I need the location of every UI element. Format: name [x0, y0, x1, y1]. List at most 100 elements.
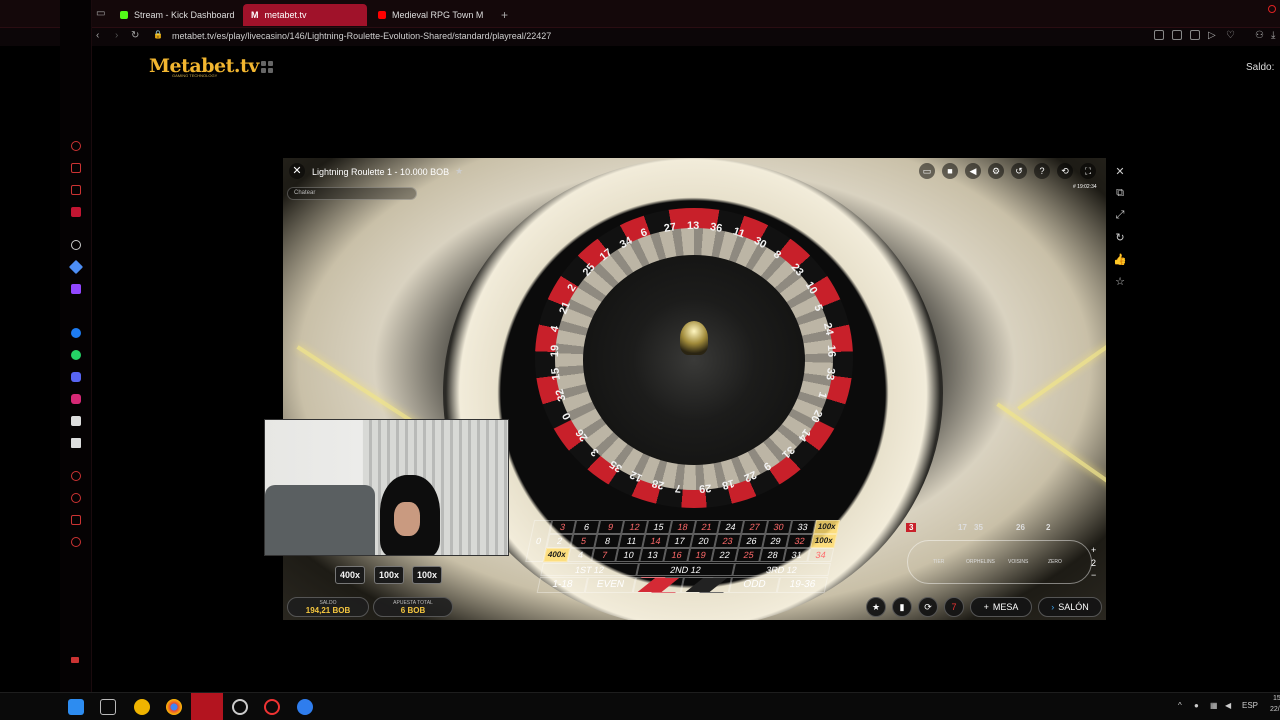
board-cell[interactable]: 17 — [666, 534, 694, 548]
board-cell[interactable]: 5 — [570, 534, 598, 548]
board-cell[interactable]: 11 — [618, 534, 646, 548]
betting-board[interactable]: 0 3 6 9 12 15 18 21 24 27 30 33 100x 2 5 8 11 14 17 20 23 26 2… — [518, 520, 896, 596]
tab-medieval-rpg[interactable]: Medieval RPG Town M — [370, 4, 491, 26]
board-cell[interactable]: 10 — [615, 548, 643, 562]
star-icon[interactable]: ☆ — [1110, 275, 1130, 297]
messenger-icon[interactable] — [71, 328, 81, 338]
instagram-icon[interactable] — [71, 394, 81, 404]
url-field[interactable]: metabet.tv/es/play/livecasino/146/Lightn… — [172, 31, 551, 41]
chat-input[interactable]: Chatear — [287, 187, 417, 200]
popout-icon[interactable]: ⧉ — [1110, 187, 1130, 209]
clock-icon[interactable] — [71, 493, 81, 503]
whatsapp-icon[interactable] — [71, 350, 81, 360]
board-cell[interactable]: 3 — [549, 520, 577, 534]
opera-gx-icon[interactable] — [264, 699, 280, 715]
chat-icon[interactable]: ▭ — [919, 163, 935, 179]
reload-icon[interactable]: ↻ — [131, 30, 139, 41]
language-indicator[interactable]: ESP — [1242, 701, 1258, 710]
gx-icon[interactable] — [71, 657, 79, 663]
board-outside-bet[interactable]: 19-36 — [776, 577, 829, 593]
board-dozen[interactable]: 2ND 12 — [636, 563, 736, 576]
board-cell[interactable]: 31 — [783, 548, 811, 562]
back-icon[interactable]: ‹ — [96, 30, 99, 41]
warning-icon[interactable] — [134, 699, 150, 715]
chrome-icon[interactable] — [166, 699, 182, 715]
expand-icon[interactable]: ⤢ — [1110, 209, 1130, 231]
favorite-bets-button[interactable]: ★ — [866, 597, 886, 617]
apps-grid-icon[interactable] — [261, 61, 273, 73]
board-cell[interactable]: 15 — [645, 520, 673, 534]
board-cell[interactable]: 23 — [714, 534, 742, 548]
racetrack-section[interactable]: VOISINS — [1008, 559, 1028, 565]
screenshot-icon[interactable] — [1172, 30, 1182, 40]
board-cell[interactable]: 4 — [567, 548, 595, 562]
zoom-in-button[interactable]: + — [1091, 545, 1096, 555]
refresh-icon[interactable]: ↻ — [1110, 231, 1130, 253]
network-icon[interactable]: ▦ — [1210, 701, 1218, 710]
board-cell[interactable]: 8 — [594, 534, 622, 548]
board-cell[interactable]: 33 — [789, 520, 817, 534]
tab-metabet[interactable]: M metabet.tv — [243, 4, 367, 26]
close-game-button[interactable]: ✕ — [289, 163, 305, 179]
windows-start-icon[interactable] — [68, 699, 84, 715]
racetrack-section[interactable]: TIER — [933, 559, 944, 565]
gaming-icon[interactable] — [71, 185, 81, 195]
shield-icon[interactable] — [1190, 30, 1200, 40]
extensions-icon[interactable] — [71, 515, 81, 525]
board-cell[interactable]: 100x — [813, 520, 841, 534]
browser-menu-icon[interactable] — [1268, 5, 1276, 13]
board-outside-bet[interactable]: ODD — [728, 577, 781, 593]
tray-chevron-icon[interactable]: ^ — [1178, 701, 1182, 710]
profile-icon[interactable]: ⚇ — [1255, 30, 1264, 41]
board-cell[interactable]: 25 — [735, 548, 763, 562]
board-cell[interactable]: 7 — [591, 548, 619, 562]
bookmark-icon[interactable] — [1154, 30, 1164, 40]
x-icon[interactable] — [71, 438, 81, 448]
settings-icon[interactable] — [71, 537, 81, 547]
slots-button[interactable]: 7 — [944, 597, 964, 617]
video-icon[interactable]: ■ — [942, 163, 958, 179]
twitch-icon[interactable] — [71, 284, 81, 294]
racetrack[interactable]: TIER ORPHELINS VOISINS ZERO — [907, 540, 1092, 584]
volume-icon[interactable]: ◀ — [1225, 701, 1231, 710]
board-cell[interactable]: 28 — [759, 548, 787, 562]
board-dozen[interactable]: 3RD 12 — [732, 563, 832, 576]
board-cell[interactable]: 26 — [738, 534, 766, 548]
streamlabs-icon[interactable] — [297, 699, 313, 715]
zoom-out-button[interactable]: − — [1091, 570, 1096, 580]
forward-icon[interactable]: › — [115, 30, 118, 41]
board-outside-bet[interactable] — [632, 577, 685, 593]
tab-kick-dashboard[interactable]: Stream - Kick Dashboard — [112, 4, 243, 26]
board-cell[interactable]: 6 — [573, 520, 601, 534]
discord-icon[interactable] — [71, 372, 81, 382]
board-cell[interactable]: 24 — [717, 520, 745, 534]
gear-icon[interactable]: ⚙ — [988, 163, 1004, 179]
chatgpt-icon[interactable] — [71, 240, 81, 250]
task-view-icon[interactable] — [100, 699, 116, 715]
close-icon[interactable]: ✕ — [1110, 165, 1130, 187]
board-cell[interactable]: 400x — [543, 548, 571, 562]
table-button[interactable]: + MESA — [970, 597, 1032, 617]
clock-time[interactable]: 15 — [1273, 695, 1280, 702]
board-outside-bet[interactable] — [680, 577, 733, 593]
board-cell[interactable]: 21 — [693, 520, 721, 534]
racetrack-section[interactable]: ZERO — [1048, 559, 1062, 565]
board-cell[interactable]: 19 — [687, 548, 715, 562]
board-cell[interactable]: 30 — [765, 520, 793, 534]
racetrack-section[interactable]: ORPHELINS — [966, 559, 995, 565]
workspace-icon[interactable] — [71, 163, 81, 173]
board-outside-bet[interactable]: 1-18 — [536, 577, 589, 593]
tab-menu-icon[interactable]: ▭ — [96, 8, 105, 19]
board-cell[interactable]: 20 — [690, 534, 718, 548]
board-outside-bet[interactable]: EVEN — [584, 577, 637, 593]
board-cell[interactable]: 100x — [810, 534, 838, 548]
tiktok-icon[interactable] — [71, 416, 81, 426]
history-icon[interactable]: ↺ — [1011, 163, 1027, 179]
board-cell[interactable]: 34 — [807, 548, 835, 562]
thumbs-up-icon[interactable]: 👍 — [1110, 253, 1130, 275]
mic-icon[interactable]: ● — [1194, 701, 1199, 710]
repeat-bet-button[interactable]: ⟳ — [918, 597, 938, 617]
metabet-sidebar-icon[interactable] — [71, 207, 81, 217]
clock-date[interactable]: 22/ — [1270, 706, 1280, 713]
board-cell[interactable]: 22 — [711, 548, 739, 562]
